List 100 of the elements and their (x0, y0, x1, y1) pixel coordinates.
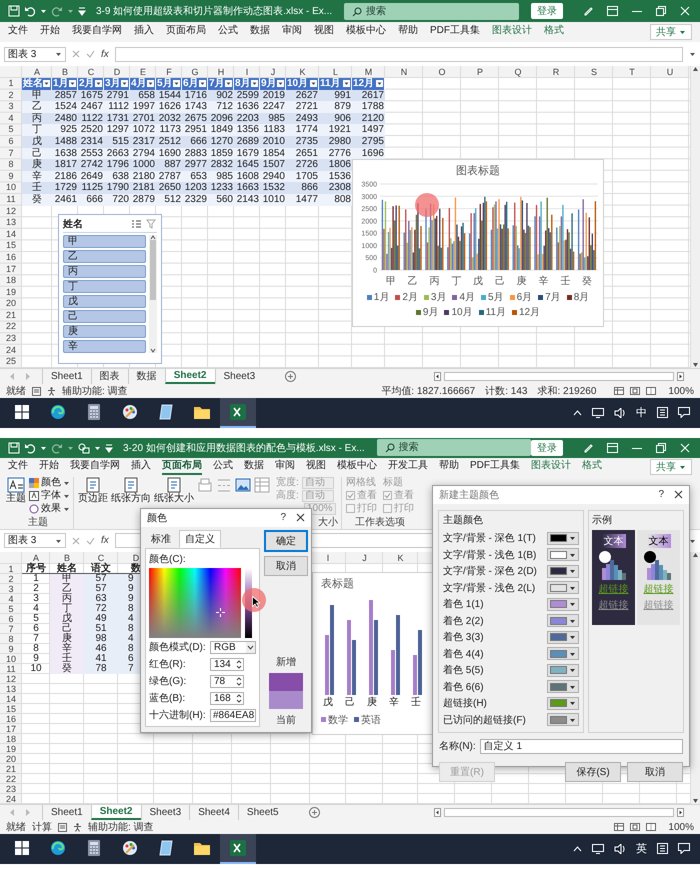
zoom-level[interactable]: 100% (668, 820, 694, 834)
sheet-tab[interactable]: 图表 (90, 369, 128, 384)
ok-button[interactable]: 确定 (264, 530, 308, 552)
row-header[interactable]: 16 (0, 252, 22, 264)
slicer-item[interactable]: 戊 (63, 295, 146, 308)
menu-tab[interactable]: 数据 (244, 458, 264, 475)
menu-tab[interactable]: 插入 (131, 458, 151, 475)
row-header[interactable]: 21 (0, 764, 22, 774)
row-header[interactable]: 18 (0, 275, 22, 287)
column-header[interactable]: K (383, 552, 418, 564)
row-header[interactable]: 5 (0, 604, 22, 614)
name-box[interactable]: 图表 3 (4, 533, 66, 548)
row-header[interactable]: 24 (0, 344, 22, 356)
menu-tab[interactable]: 模板中心 (346, 24, 386, 40)
sheet-tab[interactable]: Sheet3 (214, 369, 264, 384)
column-header[interactable]: R (537, 66, 575, 78)
row-header[interactable]: 17 (0, 724, 22, 734)
row-header[interactable]: 23 (0, 784, 22, 794)
sheet-tab[interactable]: Sheet5 (238, 805, 287, 820)
menu-tab[interactable]: 审阅 (282, 24, 302, 40)
menu-tab[interactable]: 格式 (582, 458, 602, 475)
row-header[interactable]: 20 (0, 754, 22, 764)
row-header[interactable]: 4 (0, 594, 22, 604)
search-field[interactable]: 搜索 (376, 439, 531, 456)
row-header[interactable]: 1 (0, 564, 22, 574)
dialog-tab[interactable]: 标准 (145, 530, 177, 548)
column-header[interactable]: J (260, 66, 286, 78)
menu-tab[interactable]: 帮助 (439, 458, 459, 475)
sheet-tab[interactable]: Sheet2 (90, 805, 140, 820)
menu-tab[interactable]: 页面布局 (166, 24, 206, 40)
column-header[interactable]: I (234, 66, 260, 78)
row-header[interactable]: 22 (0, 774, 22, 784)
row-header[interactable]: 12 (0, 206, 22, 218)
column-header[interactable]: G (182, 66, 208, 78)
column-header[interactable]: C (78, 66, 104, 78)
column-header[interactable]: A (22, 66, 52, 78)
row-header[interactable]: 10 (0, 654, 22, 664)
hex-field[interactable]: #864EA8 (210, 708, 256, 722)
row-header[interactable]: 15 (0, 704, 22, 714)
menu-tab[interactable]: 开发工具 (388, 458, 428, 475)
menu-tab[interactable]: 文件 (8, 458, 28, 475)
number-field[interactable]: 168 (210, 692, 244, 705)
row-header[interactable]: 3 (0, 584, 22, 594)
page-setup-button[interactable]: 页边距 (78, 476, 108, 506)
row-header[interactable]: 11 (0, 194, 22, 206)
row-header[interactable]: 2 (0, 574, 22, 584)
sheet-tab[interactable]: Sheet1 (42, 369, 91, 384)
sheet-tab[interactable]: Sheet2 (164, 369, 214, 384)
column-header[interactable]: B (50, 552, 84, 564)
dialog-tab[interactable]: 自定义 (179, 530, 221, 548)
column-header[interactable]: B (52, 66, 78, 78)
column-header[interactable]: U (651, 66, 689, 78)
row-header[interactable]: 16 (0, 714, 22, 724)
row-header[interactable]: 1 (0, 78, 22, 90)
menu-tab[interactable]: 我要自学网 (72, 24, 122, 40)
column-header[interactable]: E (130, 66, 156, 78)
menu-tab[interactable]: 我要自学网 (70, 458, 120, 475)
row-header[interactable]: 18 (0, 734, 22, 744)
slicer-item[interactable]: 庚 (63, 325, 146, 338)
share-button[interactable]: 共享 (650, 458, 692, 475)
row-header[interactable]: 6 (0, 614, 22, 624)
row-header[interactable]: 14 (0, 694, 22, 704)
column-header[interactable]: D (104, 66, 130, 78)
name-field[interactable]: 自定义 1 (480, 738, 683, 754)
theme-option-button[interactable]: 颜色 (29, 476, 70, 489)
cancel-button[interactable]: 取消 (627, 762, 683, 782)
row-header[interactable]: 13 (0, 217, 22, 229)
sheet-tab[interactable]: Sheet4 (189, 805, 238, 820)
input-method-indicator[interactable]: 中 (636, 405, 647, 420)
row-header[interactable]: 13 (0, 684, 22, 694)
column-header[interactable]: H (208, 66, 234, 78)
column-header[interactable]: L (319, 66, 352, 78)
column-header[interactable]: P (461, 66, 499, 78)
row-header[interactable]: 7 (0, 624, 22, 634)
row-header[interactable]: 11 (0, 664, 22, 674)
menu-tab[interactable]: 开始 (39, 458, 59, 475)
login-button[interactable]: 登录 (531, 440, 563, 456)
menu-tab[interactable]: PDF工具集 (430, 24, 480, 40)
menu-tab[interactable]: 帮助 (398, 24, 418, 40)
name-box[interactable]: 图表 3 (4, 46, 66, 62)
row-header[interactable]: 19 (0, 286, 22, 298)
slicer-item[interactable]: 己 (63, 310, 146, 323)
row-header[interactable]: 8 (0, 159, 22, 171)
menu-tab[interactable]: 公式 (218, 24, 238, 40)
slicer-item[interactable]: 丙 (63, 265, 146, 278)
column-header[interactable]: N (385, 66, 423, 78)
row-header[interactable]: 6 (0, 136, 22, 148)
row-header[interactable]: 21 (0, 310, 22, 322)
chart-area[interactable]: 表标题 戊 己 庚 辛 壬 数学 英语 (312, 572, 433, 735)
menu-tab[interactable]: 图表设计 (492, 24, 532, 40)
menu-tab[interactable]: 视图 (314, 24, 334, 40)
search-field[interactable]: 搜索 (344, 2, 519, 20)
themes-button[interactable]: 主题 (6, 476, 26, 506)
column-header[interactable]: Q (499, 66, 537, 78)
row-header[interactable]: 17 (0, 264, 22, 276)
help-button[interactable]: ? (280, 512, 286, 524)
slicer-item[interactable]: 乙 (63, 250, 146, 263)
menu-tab[interactable]: 模板中心 (337, 458, 377, 475)
menu-tab[interactable]: 公式 (213, 458, 233, 475)
row-header[interactable]: 10 (0, 182, 22, 194)
